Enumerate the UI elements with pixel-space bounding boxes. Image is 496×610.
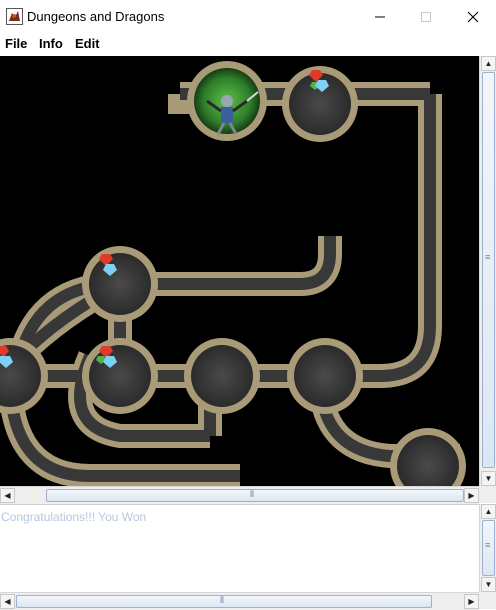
scroll-corner (479, 486, 496, 503)
close-icon (467, 11, 479, 22)
scroll-corner (479, 592, 496, 609)
scroll-grip-icon: ⦀ (220, 595, 224, 605)
message-horizontal-scrollbar[interactable]: ◀ ⦀ ▶ (0, 592, 479, 610)
minimize-icon (375, 16, 385, 17)
scroll-up-button[interactable]: ▲ (481, 56, 496, 71)
dungeon-map[interactable] (0, 56, 479, 486)
maximize-icon (421, 11, 431, 22)
close-button[interactable] (450, 0, 496, 33)
dungeon-map-canvas (0, 61, 466, 486)
menu-edit[interactable]: Edit (75, 36, 100, 51)
scroll-right-button[interactable]: ▶ (464, 594, 479, 609)
minimize-button[interactable] (357, 0, 403, 33)
app-dragon-icon (6, 8, 23, 25)
scroll-grip-icon: ≡ (485, 540, 491, 550)
scroll-left-button[interactable]: ◀ (0, 594, 15, 609)
scroll-down-button[interactable]: ▼ (481, 471, 496, 486)
scroll-right-button[interactable]: ▶ (464, 488, 479, 503)
maximize-button[interactable] (403, 0, 449, 33)
scroll-left-button[interactable]: ◀ (0, 488, 15, 503)
map-vertical-scroll-thumb[interactable] (482, 72, 495, 468)
menu-bar: File Info Edit (0, 33, 496, 55)
map-vertical-scrollbar[interactable]: ▲ ≡ ▼ (479, 56, 496, 486)
room-center (184, 338, 260, 414)
scroll-grip-icon: ⦀ (250, 489, 254, 499)
menu-info[interactable]: Info (39, 36, 63, 51)
map-horizontal-scroll-thumb[interactable] (46, 489, 464, 502)
scroll-grip-icon: ≡ (485, 252, 491, 262)
room-center-right (287, 338, 363, 414)
window-title: Dungeons and Dragons (27, 9, 165, 24)
menu-file[interactable]: File (5, 36, 27, 51)
scroll-down-button[interactable]: ▼ (481, 577, 496, 592)
room-bottom-right (390, 428, 466, 486)
message-text: Congratulations!!! You Won (1, 510, 147, 524)
room-mid-left (82, 246, 158, 322)
map-horizontal-scrollbar[interactable]: ◀ ⦀ ▶ (0, 486, 479, 504)
title-bar: Dungeons and Dragons (0, 0, 496, 33)
message-horizontal-scroll-thumb[interactable] (16, 595, 432, 608)
scroll-up-button[interactable]: ▲ (481, 504, 496, 519)
message-vertical-scrollbar[interactable]: ▲ ≡ ▼ (479, 504, 496, 592)
room-center-left (82, 338, 158, 414)
